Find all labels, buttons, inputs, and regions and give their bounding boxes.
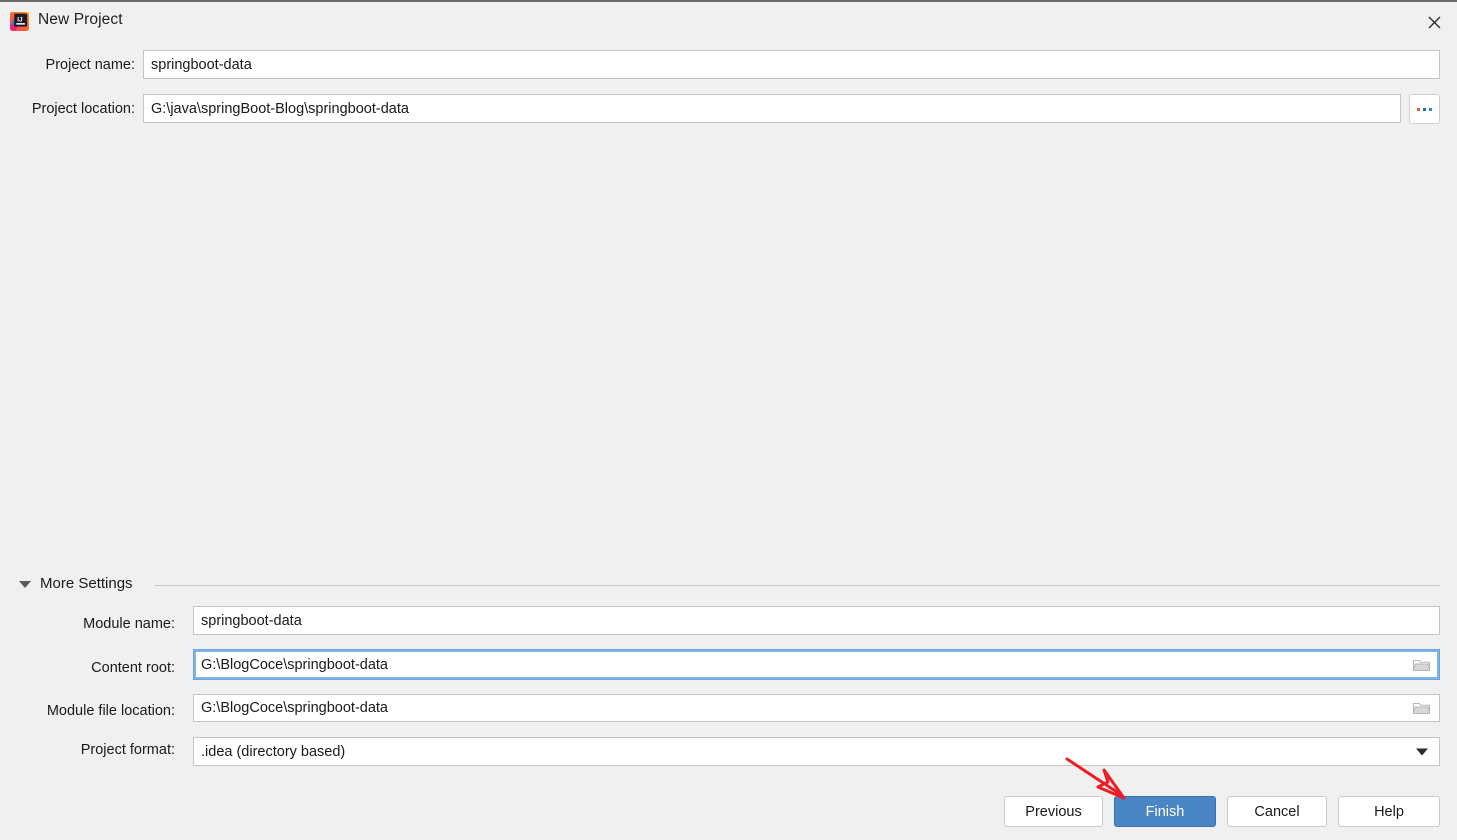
previous-button[interactable]: Previous: [1004, 796, 1103, 827]
cancel-button[interactable]: Cancel: [1227, 796, 1327, 827]
project-location-label: Project location:: [31, 101, 135, 117]
project-format-value: .idea (directory based): [201, 743, 346, 760]
chevron-down-icon[interactable]: [1416, 748, 1428, 755]
triangle-down-icon[interactable]: [19, 581, 31, 588]
project-format-label: Project format:: [80, 742, 175, 758]
project-name-input[interactable]: springboot-data: [143, 50, 1440, 79]
more-settings-separator: [155, 585, 1440, 586]
module-file-location-value: G:\BlogCoce\springboot-data: [201, 700, 388, 716]
content-root-input[interactable]: G:\BlogCoce\springboot-data: [193, 649, 1440, 680]
project-format-select[interactable]: .idea (directory based): [193, 737, 1440, 766]
content-root-value: G:\BlogCoce\springboot-data: [201, 656, 388, 673]
browse-button[interactable]: [1409, 94, 1440, 124]
close-icon: [1428, 16, 1440, 28]
close-button[interactable]: [1411, 4, 1457, 40]
module-file-location-label: Module file location:: [46, 703, 175, 719]
finish-button[interactable]: Finish: [1114, 796, 1216, 827]
svg-text:IJ: IJ: [17, 16, 23, 23]
window-title: New Project: [38, 11, 123, 28]
module-file-location-input[interactable]: G:\BlogCoce\springboot-data: [193, 694, 1440, 722]
ellipsis-dot-icon: [1423, 107, 1426, 111]
folder-icon[interactable]: [1412, 658, 1431, 672]
folder-icon[interactable]: [1412, 701, 1431, 715]
help-button[interactable]: Help: [1338, 796, 1440, 827]
more-settings-header[interactable]: More Settings: [0, 573, 1457, 597]
project-name-label: Project name:: [45, 57, 135, 73]
intellij-idea-icon: IJ: [10, 12, 29, 31]
project-location-input[interactable]: G:\java\springBoot-Blog\springboot-data: [143, 94, 1401, 123]
more-settings-label: More Settings: [40, 575, 133, 592]
ellipsis-dot-icon: [1417, 107, 1420, 111]
module-name-input[interactable]: springboot-data: [193, 606, 1440, 635]
ellipsis-dot-icon: [1429, 107, 1432, 111]
window-titlebar: IJ New Project: [0, 0, 1457, 39]
content-root-label: Content root:: [91, 660, 175, 676]
module-name-label: Module name:: [83, 616, 175, 632]
